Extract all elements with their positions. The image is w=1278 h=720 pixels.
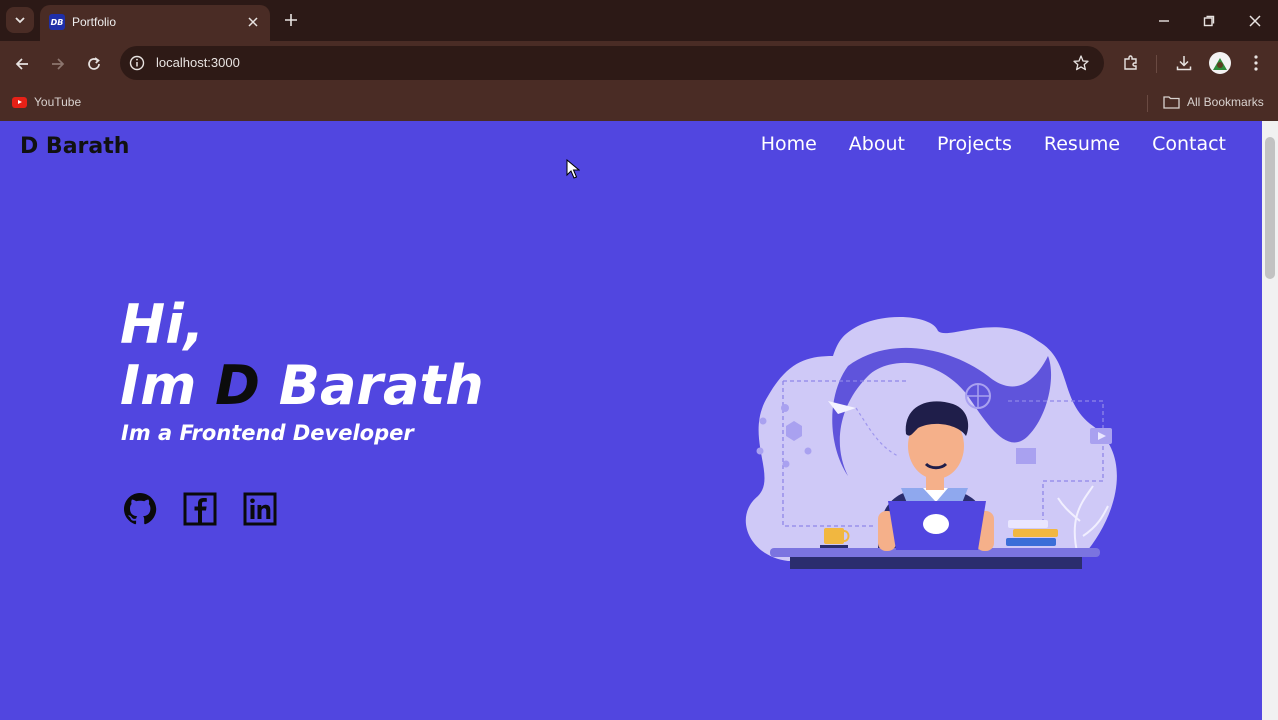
toolbar-divider [1156, 55, 1157, 73]
address-bar[interactable]: localhost:3000 [120, 46, 1104, 80]
new-tab-button[interactable] [280, 9, 302, 31]
tab-title: Portfolio [72, 15, 117, 29]
tab-strip: DB Portfolio [0, 0, 1278, 41]
restore-icon [1203, 15, 1215, 27]
mouse-cursor-icon [566, 159, 580, 179]
bookmark-label: YouTube [34, 95, 82, 109]
folder-icon [1163, 96, 1180, 109]
linkedin-link[interactable] [242, 491, 278, 527]
url-text[interactable]: localhost:3000 [156, 55, 240, 70]
close-icon [1249, 15, 1261, 27]
star-icon[interactable] [1072, 54, 1090, 72]
browser-toolbar: localhost:3000 [0, 41, 1278, 86]
page-scrollbar[interactable] [1262, 121, 1278, 720]
developer-illustration [745, 316, 1117, 569]
bookmarks-bar: YouTube All Bookmarks [0, 86, 1278, 121]
tab-search-button[interactable] [6, 7, 34, 33]
puzzle-icon [1124, 55, 1137, 70]
hero-name-rest: Barath [260, 354, 484, 417]
restore-button[interactable] [1197, 9, 1221, 33]
github-link[interactable] [122, 491, 158, 527]
hero-subtitle: Im a Frontend Developer [121, 421, 414, 445]
plus-icon [285, 14, 297, 26]
profile-icon [1213, 58, 1227, 70]
page-viewport: D Barath Home About Projects Resume Cont… [0, 121, 1278, 720]
kebab-menu-icon [1254, 55, 1258, 71]
hero-name-prefix: Im [120, 354, 216, 417]
tab-close-button[interactable] [244, 13, 262, 31]
scrollbar-thumb[interactable] [1265, 137, 1275, 279]
forward-button[interactable] [45, 51, 71, 77]
hero-greeting: Hi, [120, 293, 205, 356]
bookmark-youtube[interactable]: YouTube [12, 95, 81, 109]
all-bookmarks-label: All Bookmarks [1187, 95, 1264, 109]
minimize-button[interactable] [1152, 9, 1176, 33]
all-bookmarks-button[interactable]: All Bookmarks [1163, 95, 1264, 109]
hero-name: Im D Barath [120, 359, 484, 413]
extensions-button[interactable] [1120, 52, 1142, 74]
site-nav: Home About Projects Resume Contact [761, 133, 1226, 155]
linkedin-icon [243, 492, 277, 526]
github-icon [124, 493, 157, 525]
nav-contact[interactable]: Contact [1152, 133, 1226, 155]
menu-button[interactable] [1245, 52, 1267, 74]
download-icon [1176, 56, 1192, 71]
downloads-button[interactable] [1173, 52, 1195, 74]
back-button[interactable] [9, 51, 35, 77]
site-info-icon[interactable] [128, 54, 146, 72]
nav-resume[interactable]: Resume [1044, 133, 1120, 155]
nav-home[interactable]: Home [761, 133, 817, 155]
facebook-link[interactable] [182, 491, 218, 527]
facebook-icon [183, 492, 217, 526]
reload-icon [88, 57, 100, 70]
bookmarks-divider [1147, 95, 1148, 112]
browser-tab-active[interactable]: DB Portfolio [40, 5, 270, 41]
profile-avatar[interactable] [1209, 52, 1231, 74]
favicon-icon: DB [49, 14, 65, 30]
hero-name-accent: D [215, 354, 260, 417]
nav-about[interactable]: About [849, 133, 905, 155]
close-window-button[interactable] [1243, 9, 1267, 33]
nav-projects[interactable]: Projects [937, 133, 1012, 155]
reload-button[interactable] [81, 51, 107, 77]
chevron-down-icon [15, 17, 25, 24]
social-links [122, 491, 278, 527]
minimize-icon [1159, 20, 1169, 22]
arrow-right-icon [52, 58, 65, 70]
site-logo[interactable]: D Barath [20, 134, 129, 159]
arrow-left-icon [15, 58, 28, 70]
close-icon [248, 17, 258, 27]
youtube-icon [12, 96, 27, 108]
